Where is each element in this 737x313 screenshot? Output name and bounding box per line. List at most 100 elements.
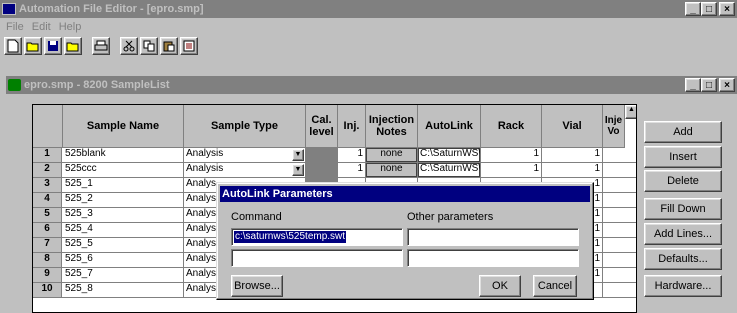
row-number[interactable]: 2 [33,163,62,177]
cell-cal-level[interactable] [306,163,338,177]
properties-icon[interactable] [180,37,198,55]
col-sample-name[interactable]: Sample Name [63,105,184,148]
cell-cal-level[interactable] [306,148,338,162]
cell-inje-vo[interactable] [603,223,636,237]
app-title-bar: Automation File Editor - [epro.smp] _ □ … [0,0,737,18]
row-number[interactable]: 9 [33,268,62,282]
col-inje-vo[interactable]: Inje Vo [603,105,625,148]
row-number[interactable]: 7 [33,238,62,252]
col-inj[interactable]: Inj. [338,105,366,148]
dropdown-arrow-icon[interactable]: ▼ [292,149,304,161]
table-row[interactable]: 2 525ccc Analysis ▼ 1 none C:\SaturnWS\ 1 1 [33,163,636,178]
browse-button[interactable]: Browse... [231,275,283,297]
cell-sample-type[interactable]: Analysis [184,148,306,162]
row-number[interactable]: 8 [33,253,62,267]
command-label: Command [231,211,282,223]
child-close-button[interactable]: × [719,78,735,92]
child-title-bar: epro.smp - 8200 SampleList _ □ × [6,76,737,94]
cell-inje-vo[interactable] [603,148,636,162]
side-button-addlines[interactable]: Add Lines... [644,223,722,245]
col-autolink[interactable]: AutoLink [418,105,481,148]
child-minimize-button[interactable]: _ [685,78,701,92]
open-folder-icon[interactable] [24,37,42,55]
cell-inje-vo[interactable] [603,193,636,207]
cell-inje-vo[interactable] [603,268,636,282]
col-sample-type[interactable]: Sample Type [184,105,306,148]
col-rack[interactable]: Rack [481,105,542,148]
scroll-up-icon[interactable]: ▲ [625,105,636,119]
autolink-dialog: AutoLink Parameters Command Other parame… [216,182,594,300]
menu-file[interactable]: File [2,21,28,33]
other-parameters-label: Other parameters [407,211,494,223]
row-number[interactable]: 1 [33,148,62,162]
cell-vial[interactable]: 1 [542,163,603,177]
table-row[interactable]: 1 525blank Analysis ▼ 1 none C:\SaturnWS\ 1 1 [33,148,636,163]
dropdown-arrow-icon[interactable]: ▼ [292,164,304,176]
paste-icon[interactable] [160,37,178,55]
side-button-delete[interactable]: Delete [644,170,722,192]
child-maximize-button[interactable]: □ [701,78,717,92]
cell-autolink[interactable]: C:\SaturnWS\ [418,148,481,162]
side-button-insert[interactable]: Insert [644,146,722,168]
row-number[interactable]: 3 [33,178,62,192]
command-value: c:\saturnws\525temp.swt [234,231,347,243]
cell-inje-vo[interactable] [603,163,636,177]
row-number[interactable]: 10 [33,283,62,297]
col-cal-level[interactable]: Cal. level [306,105,338,148]
cell-sample-name[interactable]: 525_4 [63,223,184,237]
cancel-button[interactable]: Cancel [533,275,577,297]
menu-bar: File Edit Help [0,18,737,36]
menu-edit[interactable]: Edit [28,21,55,33]
ok-button[interactable]: OK [479,275,521,297]
new-file-icon[interactable] [4,37,22,55]
open-file-icon[interactable] [64,37,82,55]
cell-sample-name[interactable]: 525blank [63,148,184,162]
cell-rack[interactable]: 1 [481,148,542,162]
cell-autolink[interactable]: C:\SaturnWS\ [418,163,481,177]
cell-injection-notes[interactable]: none [366,163,418,177]
cell-sample-name[interactable]: 525_2 [63,193,184,207]
maximize-button[interactable]: □ [701,2,717,16]
side-button-add[interactable]: Add [644,121,722,143]
close-button[interactable]: × [719,2,735,16]
cut-icon[interactable] [120,37,138,55]
print-icon[interactable] [92,37,110,55]
col-injection-notes[interactable]: Injection Notes [366,105,418,148]
cell-injection-notes[interactable]: none [366,148,418,162]
copy-icon[interactable] [140,37,158,55]
cell-sample-type[interactable]: Analysis [184,163,306,177]
minimize-button[interactable]: _ [685,2,701,16]
child-window-icon [8,79,21,91]
cell-sample-name[interactable]: 525_7 [63,268,184,282]
cell-sample-name[interactable]: 525_8 [63,283,184,297]
save-icon[interactable] [44,37,62,55]
app-icon [2,3,16,15]
cell-sample-name[interactable]: 525_1 [63,178,184,192]
cell-sample-name[interactable]: 525_6 [63,253,184,267]
cell-inje-vo[interactable] [603,178,636,192]
other-parameters-field-1[interactable] [407,228,579,246]
side-button-hardware[interactable]: Hardware... [644,275,722,297]
cell-sample-name[interactable]: 525_3 [63,208,184,222]
cell-inje-vo[interactable] [603,253,636,267]
col-vial[interactable]: Vial [542,105,603,148]
cell-sample-name[interactable]: 525ccc [63,163,184,177]
command-field-2[interactable] [231,249,403,267]
cell-inje-vo[interactable] [603,208,636,222]
cell-inje-vo[interactable] [603,238,636,252]
side-button-defaults[interactable]: Defaults... [644,248,722,270]
cell-rack[interactable]: 1 [481,163,542,177]
cell-inj[interactable]: 1 [338,148,366,162]
row-number[interactable]: 6 [33,223,62,237]
menu-help[interactable]: Help [55,21,86,33]
other-parameters-field-2[interactable] [407,249,579,267]
cell-inj[interactable]: 1 [338,163,366,177]
cell-vial[interactable]: 1 [542,148,603,162]
row-number[interactable]: 4 [33,193,62,207]
cell-sample-name[interactable]: 525_5 [63,238,184,252]
grid-corner [33,105,63,148]
command-field-1[interactable]: c:\saturnws\525temp.swt [231,228,403,246]
cell-inje-vo[interactable] [603,283,636,297]
row-number[interactable]: 5 [33,208,62,222]
side-button-filldown[interactable]: Fill Down [644,198,722,220]
